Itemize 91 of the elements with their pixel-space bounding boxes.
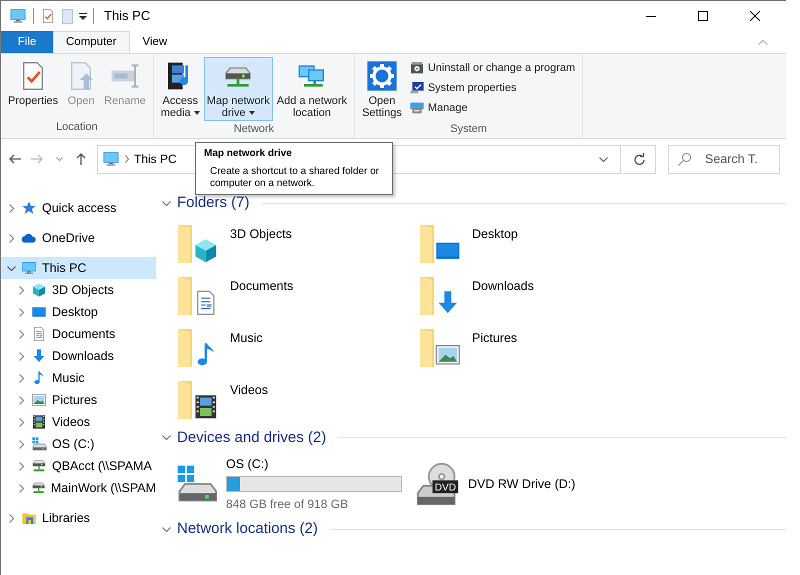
drive-item[interactable]: DVD DVD RW Drive (D:) <box>416 455 658 513</box>
search-field[interactable]: Search T. <box>668 144 780 174</box>
tooltip-text: Create a shortcut to a shared folder or computer on a network. <box>209 166 380 190</box>
nav-item[interactable]: 3D Objects <box>1 279 156 301</box>
network-drive-icon <box>31 458 47 474</box>
settings-button[interactable]: Open Settings <box>359 57 405 121</box>
ribbon-tab[interactable]: Computer <box>53 31 130 53</box>
address-path[interactable]: This PC <box>134 150 177 168</box>
expand-icon <box>19 286 24 294</box>
expand-icon <box>19 440 24 448</box>
system-drive-icon <box>31 436 47 452</box>
dropdown-icon <box>56 157 62 161</box>
expand-icon <box>19 374 24 382</box>
collapse-icon <box>7 266 16 270</box>
file-tab[interactable]: File <box>1 31 53 53</box>
folder-item[interactable]: Documents <box>174 272 416 318</box>
ribbon-button[interactable]: System properties <box>406 79 578 97</box>
close-icon <box>750 11 760 21</box>
group-label: Network <box>232 122 276 137</box>
section-heading[interactable]: Folders (7) <box>177 192 250 214</box>
refresh-button[interactable] <box>623 144 656 174</box>
ribbon-button[interactable]: Uninstall or change a program <box>406 59 578 77</box>
ribbon-tab[interactable]: View <box>130 31 180 53</box>
folder-item[interactable]: Desktop <box>416 220 658 266</box>
expand-icon <box>19 330 24 338</box>
ribbon-button[interactable]: Map network drive <box>204 57 273 121</box>
expand-icon <box>19 418 24 426</box>
expand-icon <box>19 396 24 404</box>
nav-item[interactable]: OS (C:) <box>1 433 156 455</box>
expand-icon <box>19 462 24 470</box>
properties-icon <box>40 8 56 24</box>
nav-item[interactable]: MainWork (\\SPAM <box>1 477 156 499</box>
pictures-icon <box>31 392 47 408</box>
forward-icon <box>31 154 43 164</box>
collapse-ribbon-icon <box>758 40 768 45</box>
nav-item[interactable]: Videos <box>1 411 156 433</box>
computer-icon <box>9 7 27 25</box>
nav-item[interactable]: Documents <box>1 323 156 345</box>
expand-icon <box>18 484 24 492</box>
cube-icon <box>31 282 47 298</box>
nav-item[interactable]: Libraries <box>1 507 156 529</box>
group-label: System <box>449 122 488 137</box>
computer-icon <box>102 150 120 168</box>
folder-item[interactable]: 3D Objects <box>174 220 416 266</box>
ribbon-button[interactable]: Properties <box>5 57 62 118</box>
expand-icon <box>9 514 14 522</box>
expand-icon <box>19 308 24 316</box>
ribbon-button[interactable]: Add a network location <box>274 57 350 121</box>
maximize-icon <box>698 11 708 21</box>
section-heading[interactable]: Network locations (2) <box>177 518 318 540</box>
caret-icon <box>248 111 255 116</box>
nav-item[interactable]: OneDrive <box>1 227 156 249</box>
section-heading[interactable]: Devices and drives (2) <box>177 426 326 449</box>
dropdown-icon <box>79 12 87 20</box>
nav-item[interactable]: Pictures <box>1 389 156 411</box>
folder-item[interactable]: Videos <box>174 376 416 422</box>
folder-item[interactable]: Downloads <box>416 272 658 318</box>
expand-icon <box>9 204 14 212</box>
up-icon <box>76 153 86 165</box>
drive-item[interactable]: OS (C:) 848 GB free of 918 GB <box>174 455 416 513</box>
nav-item[interactable]: Desktop <box>1 301 156 323</box>
nav-item[interactable]: Downloads <box>1 345 156 367</box>
nav-item[interactable]: QBAcct (\\SPAMA <box>1 455 156 477</box>
expand-icon <box>19 352 24 360</box>
system-properties-icon <box>408 80 425 96</box>
uninstall-icon <box>408 60 425 76</box>
nav-item[interactable]: Music <box>1 367 156 389</box>
expand-icon <box>9 234 14 242</box>
tooltip-title: Map network drive <box>204 147 293 161</box>
group-label: Location <box>55 120 99 134</box>
refresh-icon <box>634 153 644 165</box>
folder-item[interactable]: Music <box>174 324 416 370</box>
search-icon <box>678 152 691 166</box>
computer-icon <box>21 260 37 276</box>
ribbon-button[interactable]: Access media <box>158 57 203 121</box>
ribbon-button[interactable]: Manage <box>406 99 578 117</box>
download-icon <box>31 348 47 364</box>
videos-icon <box>31 414 47 430</box>
nav-item[interactable]: Quick access <box>1 197 156 219</box>
folder-item[interactable]: Pictures <box>416 324 658 370</box>
window-title: This PC <box>104 7 150 26</box>
caret-icon <box>194 111 200 116</box>
manage-icon <box>408 100 425 116</box>
dropdown-icon <box>599 156 608 162</box>
document-icon <box>31 326 47 342</box>
star-icon <box>21 200 37 216</box>
nav-item[interactable]: This PC <box>1 257 156 279</box>
back-icon <box>9 154 21 164</box>
network-drive-icon <box>30 480 46 496</box>
breadcrumb-separator-icon <box>125 155 129 163</box>
settings-icon <box>366 60 398 92</box>
